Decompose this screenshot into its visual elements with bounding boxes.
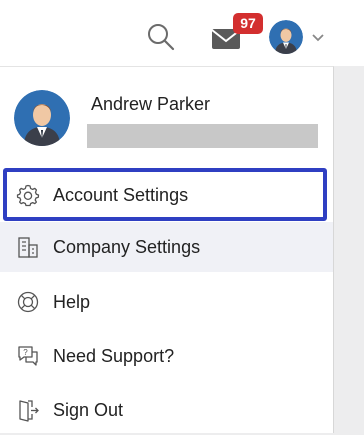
user-avatar[interactable]: [269, 20, 303, 54]
menu-item-sign-out[interactable]: Sign Out: [0, 385, 333, 435]
sign-out-icon: [16, 398, 40, 422]
top-bar: 97: [0, 0, 364, 66]
menu-item-company-settings[interactable]: Company Settings: [0, 222, 333, 272]
menu-item-label: Need Support?: [53, 346, 175, 366]
menu-item-help[interactable]: Help: [0, 277, 333, 327]
account-dropdown-menu: Andrew Parker Account Settings Company S…: [0, 66, 334, 433]
menu-item-label: Sign Out: [53, 400, 124, 420]
profile-name: Andrew Parker: [91, 94, 211, 114]
menu-item-need-support[interactable]: ? Need Support?: [0, 331, 333, 381]
lifebuoy-icon: [16, 290, 40, 314]
menu-item-label: Help: [53, 292, 91, 312]
gear-icon: [16, 183, 40, 207]
menu-item-account-settings[interactable]: Account Settings: [0, 170, 333, 220]
profile-avatar: [14, 90, 70, 146]
redacted-email-bar: [87, 124, 318, 148]
support-chat-icon: ?: [16, 344, 40, 368]
search-icon[interactable]: [146, 22, 176, 52]
building-icon: [16, 235, 40, 259]
notification-badge: 97: [233, 13, 263, 34]
menu-item-label: Company Settings: [53, 237, 201, 257]
menu-item-label: Account Settings: [53, 185, 189, 205]
chevron-down-icon[interactable]: [310, 31, 326, 45]
svg-text:?: ?: [23, 348, 28, 357]
